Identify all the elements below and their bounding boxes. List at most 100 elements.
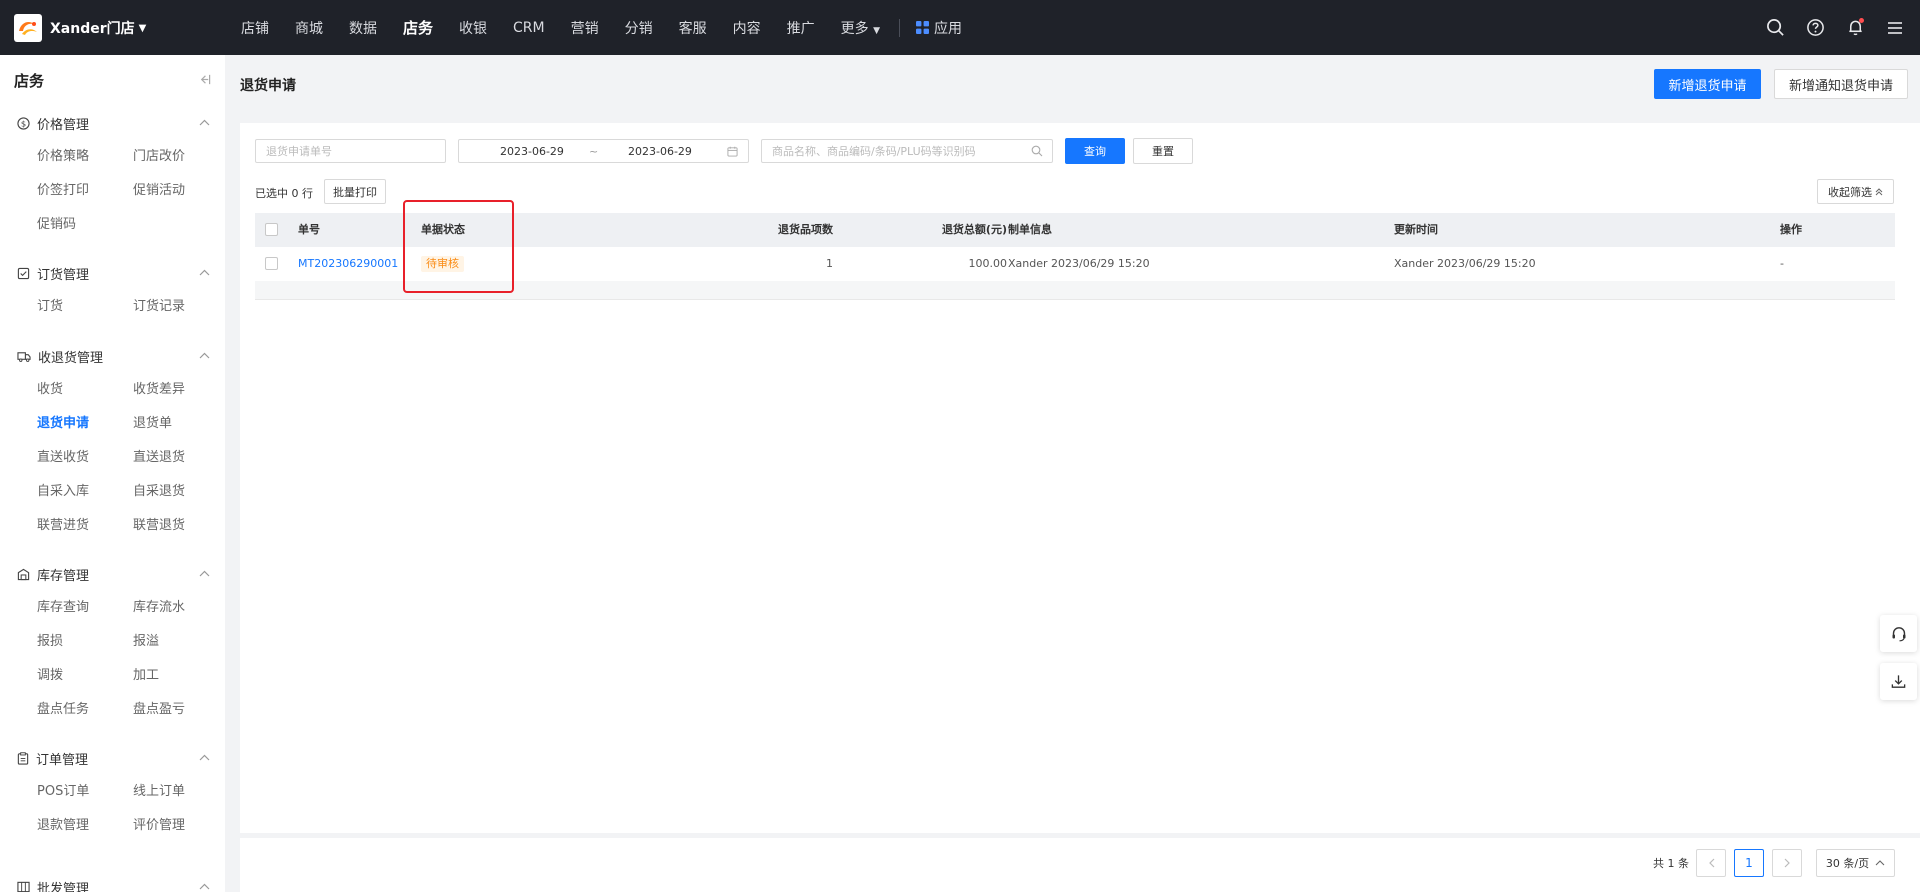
column-header-total: 退货总额(元): [941, 223, 1007, 236]
sidebar-item[interactable]: 收货: [37, 373, 133, 407]
order-no-input[interactable]: [255, 139, 446, 163]
download-float-button[interactable]: [1880, 663, 1917, 700]
sidebar-item[interactable]: 评价管理: [133, 809, 225, 843]
sidebar-item[interactable]: 加工: [133, 659, 225, 693]
collapse-sidebar-icon[interactable]: [198, 73, 211, 90]
sidebar-item-return-request[interactable]: 退货申请: [37, 407, 133, 441]
sidebar-group-label: 库存管理: [37, 568, 90, 584]
sidebar-item[interactable]: 促销码: [37, 208, 133, 242]
page-size-select[interactable]: 30 条/页: [1816, 849, 1895, 877]
nav-divider: [898, 18, 900, 37]
nav-item-promotion[interactable]: 推广: [787, 18, 815, 38]
nav-item-data[interactable]: 数据: [349, 18, 377, 38]
table-row: MT202306290001 待审核 1 100.00 Xander 2023/…: [255, 247, 1895, 282]
new-notify-return-request-button[interactable]: 新增通知退货申请: [1774, 69, 1908, 99]
sidebar-item[interactable]: POS订单: [37, 775, 133, 809]
sidebar-group-header[interactable]: $ 价格管理: [0, 106, 225, 140]
dollar-circle-icon: $: [17, 116, 30, 130]
sidebar-item[interactable]: 盘点任务: [37, 693, 133, 727]
sidebar-item[interactable]: 线上订单: [133, 775, 225, 809]
sidebar-item[interactable]: 订货: [37, 290, 133, 324]
apps-grid-icon: [915, 21, 929, 34]
nav-item-customer-service[interactable]: 客服: [679, 18, 707, 38]
sidebar-item[interactable]: 报损: [37, 625, 133, 659]
sidebar-item[interactable]: 联营进货: [37, 509, 133, 543]
sidebar-item[interactable]: 促销活动: [133, 174, 225, 208]
nav-item-more[interactable]: 更多 ▼: [841, 18, 880, 38]
date-end: 2023-06-29: [628, 145, 692, 158]
sidebar-item[interactable]: 自采入库: [37, 475, 133, 509]
column-header-item-count: 退货品项数: [778, 223, 833, 236]
order-no-link[interactable]: MT202306290001: [298, 247, 398, 281]
brand-logo: [14, 14, 42, 42]
date-separator: ~: [589, 145, 599, 158]
nav-item-crm[interactable]: CRM: [513, 20, 545, 36]
page-size-value: 30 条/页: [1825, 857, 1870, 870]
store-switcher[interactable]: Xander门店 ▼: [14, 13, 146, 43]
help-icon[interactable]: [1804, 17, 1826, 39]
new-return-request-button[interactable]: 新增退货申请: [1654, 69, 1761, 99]
prev-page-button[interactable]: [1696, 849, 1726, 877]
sidebar-item[interactable]: 自采退货: [133, 475, 225, 509]
nav-apps[interactable]: 应用: [915, 18, 962, 38]
sidebar-item[interactable]: 门店改价: [133, 140, 225, 174]
sidebar-group-label: 订货管理: [37, 267, 90, 283]
sidebar-item[interactable]: 价格策略: [37, 140, 133, 174]
sidebar-item[interactable]: 直送收货: [37, 441, 133, 475]
sidebar-item[interactable]: 库存流水: [133, 591, 225, 625]
sidebar-item[interactable]: 退货单: [133, 407, 225, 441]
sidebar-item[interactable]: 直送退货: [133, 441, 225, 475]
sidebar-group-label: 批发管理: [37, 881, 90, 892]
menu-icon[interactable]: [1884, 17, 1906, 39]
nav-item-shop[interactable]: 店铺: [241, 18, 269, 38]
nav-item-store-affairs[interactable]: 店务: [403, 17, 433, 38]
product-search-input[interactable]: [761, 139, 1053, 163]
sidebar-item[interactable]: 调拨: [37, 659, 133, 693]
sidebar-group-header[interactable]: 收退货管理: [0, 339, 225, 373]
customer-service-float-button[interactable]: [1880, 615, 1917, 652]
nav-item-cashier[interactable]: 收银: [459, 18, 487, 38]
page-1-button[interactable]: 1: [1734, 849, 1764, 877]
sidebar-item[interactable]: 盘点盈亏: [133, 693, 225, 727]
sidebar-group-header[interactable]: 订单管理: [0, 741, 225, 775]
chevron-left-icon: [1708, 858, 1714, 868]
search-icon[interactable]: [1031, 145, 1043, 157]
sidebar-group-orders: 订单管理 POS订单 线上订单 退款管理 评价管理: [0, 741, 225, 843]
sidebar-item[interactable]: 退款管理: [37, 809, 133, 843]
chevron-up-icon: [199, 883, 210, 890]
reset-button[interactable]: 重置: [1133, 138, 1193, 164]
status-badge: 待审核: [421, 256, 464, 272]
sidebar-item[interactable]: 联营退货: [133, 509, 225, 543]
sidebar-group-header[interactable]: 批发管理: [0, 870, 225, 892]
sidebar-item[interactable]: 库存查询: [37, 591, 133, 625]
query-button[interactable]: 查询: [1065, 138, 1125, 164]
table-header: 单号 单据状态 退货品项数 退货总额(元) 制单信息 更新时间 操作: [255, 213, 1895, 247]
nav-item-mall[interactable]: 商城: [295, 18, 323, 38]
sidebar-item[interactable]: 价签打印: [37, 174, 133, 208]
bell-icon[interactable]: [1844, 17, 1866, 39]
select-all-checkbox[interactable]: [265, 223, 278, 236]
date-range-picker[interactable]: 2023-06-29 ~ 2023-06-29: [458, 139, 749, 163]
next-page-button[interactable]: [1772, 849, 1802, 877]
sidebar-item[interactable]: 订货记录: [133, 290, 225, 324]
sidebar-group-label: 订单管理: [36, 752, 89, 768]
batch-print-button[interactable]: 批量打印: [324, 179, 386, 204]
nav-item-marketing[interactable]: 营销: [571, 18, 599, 38]
caret-down-icon: ▼: [873, 25, 880, 36]
updated-cell: Xander 2023/06/29 15:20: [1394, 257, 1536, 270]
nav-item-content[interactable]: 内容: [733, 18, 761, 38]
nav-item-distribution[interactable]: 分销: [625, 18, 653, 38]
sidebar-group-price: $ 价格管理 价格策略 门店改价 价签打印 促销活动 促销码: [0, 106, 225, 242]
search-icon[interactable]: [1764, 17, 1786, 39]
action-cell: -: [1780, 257, 1784, 270]
sidebar-item[interactable]: 报溢: [133, 625, 225, 659]
sidebar-title: 店务: [14, 72, 45, 90]
column-header-created: 制单信息: [1008, 223, 1052, 236]
row-checkbox[interactable]: [265, 257, 278, 270]
sidebar-item[interactable]: 收货差异: [133, 373, 225, 407]
svg-text:$: $: [21, 118, 26, 128]
collapse-filter-button[interactable]: 收起筛选: [1817, 179, 1894, 204]
store-name: Xander门店: [50, 21, 135, 37]
sidebar-group-header[interactable]: 订货管理: [0, 256, 225, 290]
sidebar-group-header[interactable]: 库存管理: [0, 557, 225, 591]
